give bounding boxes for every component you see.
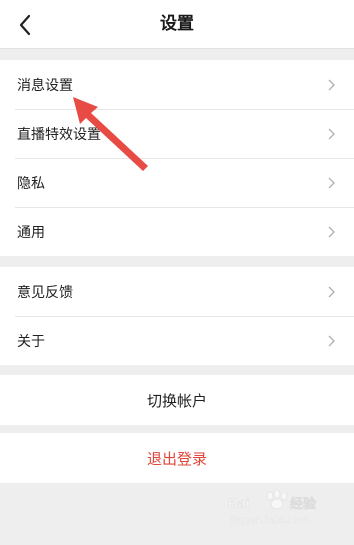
svg-text:经验: 经验 <box>290 496 317 512</box>
svg-text:jingyan.baidu.com: jingyan.baidu.com <box>229 515 311 526</box>
chevron-right-icon <box>328 226 335 237</box>
logout-button[interactable]: 退出登录 <box>0 433 354 483</box>
settings-item-message[interactable]: 消息设置 <box>0 60 354 109</box>
settings-item-feedback[interactable]: 意见反馈 <box>0 267 354 316</box>
navigation-bar: 设置 <box>0 0 354 49</box>
chevron-right-icon <box>328 335 335 346</box>
settings-group-main: 消息设置 直播特效设置 隐私 通用 <box>0 60 354 256</box>
settings-item-live-effects[interactable]: 直播特效设置 <box>0 109 354 158</box>
settings-item-label: 直播特效设置 <box>17 126 101 143</box>
page-title: 设置 <box>160 14 194 34</box>
chevron-right-icon <box>328 128 335 139</box>
baidu-jingyan-watermark: Bai 经验 jingyan.baidu.com <box>228 489 317 526</box>
chevron-right-icon <box>328 177 335 188</box>
chevron-right-icon <box>328 79 335 90</box>
settings-item-label: 消息设置 <box>17 77 73 94</box>
switch-account-button[interactable]: 切换帐户 <box>0 375 354 425</box>
settings-item-label: 隐私 <box>17 175 45 192</box>
settings-item-about[interactable]: 关于 <box>0 316 354 365</box>
settings-item-privacy[interactable]: 隐私 <box>0 158 354 207</box>
settings-item-general[interactable]: 通用 <box>0 207 354 256</box>
svg-text:Bai: Bai <box>228 495 250 511</box>
settings-item-label: 意见反馈 <box>17 284 73 301</box>
settings-item-label: 关于 <box>17 333 45 350</box>
settings-group-secondary: 意见反馈 关于 <box>0 267 354 365</box>
chevron-right-icon <box>328 286 335 297</box>
settings-item-label: 通用 <box>17 224 45 241</box>
